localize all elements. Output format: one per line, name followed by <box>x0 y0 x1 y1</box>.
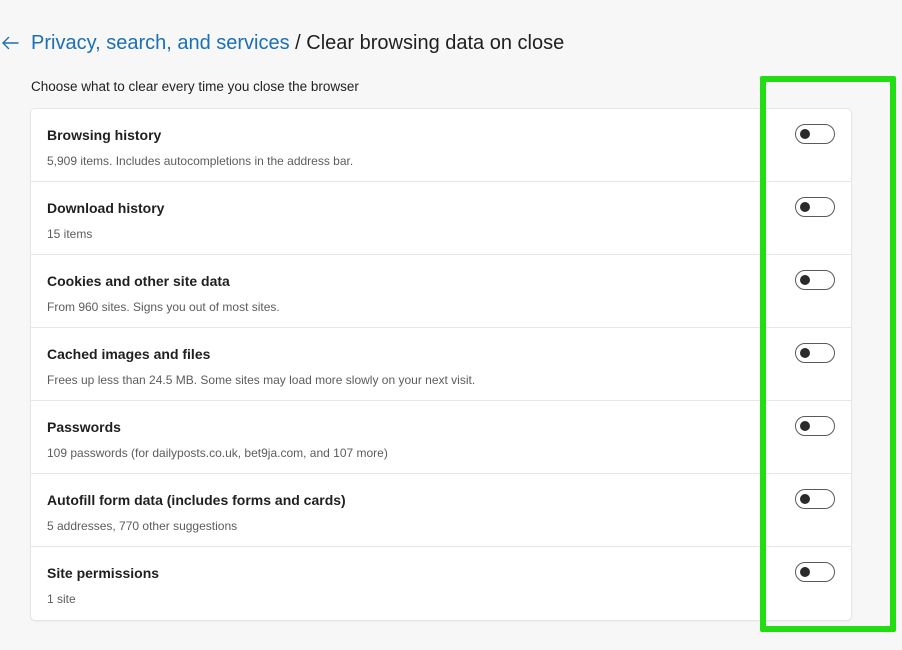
option-row-cached-images: Cached images and files Frees up less th… <box>31 328 851 401</box>
option-row-browsing-history: Browsing history 5,909 items. Includes a… <box>31 109 851 182</box>
option-title: Download history <box>47 200 165 216</box>
toggle-knob <box>800 421 810 431</box>
option-row-site-permissions: Site permissions 1 site <box>31 547 851 620</box>
option-description: 5,909 items. Includes autocompletions in… <box>47 154 354 168</box>
option-description: 5 addresses, 770 other suggestions <box>47 519 238 533</box>
breadcrumb-separator: / <box>289 32 307 54</box>
option-title: Autofill form data (includes forms and c… <box>47 492 346 508</box>
toggle-knob <box>800 494 810 504</box>
breadcrumb-current: Clear browsing data on close <box>306 32 565 54</box>
toggle-knob <box>800 348 810 358</box>
option-description: 15 items <box>47 227 93 241</box>
option-description: From 960 sites. Signs you out of most si… <box>47 300 280 314</box>
option-row-download-history: Download history 15 items <box>31 182 851 255</box>
toggle-knob <box>800 129 810 139</box>
option-description: 109 passwords (for dailyposts.co.uk, bet… <box>47 446 388 460</box>
settings-page: Privacy, search, and services / Clear br… <box>0 0 902 650</box>
cached-images-toggle[interactable] <box>795 343 835 363</box>
option-title: Passwords <box>47 419 121 435</box>
option-title: Browsing history <box>47 127 162 143</box>
cookies-toggle[interactable] <box>795 270 835 290</box>
option-description: 1 site <box>47 592 76 606</box>
option-row-cookies: Cookies and other site data From 960 sit… <box>31 255 851 328</box>
section-description: Choose what to clear every time you clos… <box>31 79 359 94</box>
page-header: Privacy, search, and services / Clear br… <box>0 28 564 58</box>
clear-data-options-card: Browsing history 5,909 items. Includes a… <box>31 109 851 620</box>
passwords-toggle[interactable] <box>795 416 835 436</box>
autofill-toggle[interactable] <box>795 489 835 509</box>
site-permissions-toggle[interactable] <box>795 562 835 582</box>
option-title: Cookies and other site data <box>47 273 230 289</box>
option-title: Cached images and files <box>47 346 211 362</box>
toggle-knob <box>800 567 810 577</box>
toggle-knob <box>800 275 810 285</box>
back-button[interactable] <box>0 31 22 55</box>
download-history-toggle[interactable] <box>795 197 835 217</box>
toggle-knob <box>800 202 810 212</box>
option-description: Frees up less than 24.5 MB. Some sites m… <box>47 373 476 387</box>
arrow-left-icon <box>2 36 19 50</box>
option-row-autofill: Autofill form data (includes forms and c… <box>31 474 851 547</box>
option-row-passwords: Passwords 109 passwords (for dailyposts.… <box>31 401 851 474</box>
page-title: Privacy, search, and services / Clear br… <box>31 29 564 57</box>
breadcrumb-parent-link[interactable]: Privacy, search, and services <box>31 32 290 54</box>
option-title: Site permissions <box>47 565 160 581</box>
browsing-history-toggle[interactable] <box>795 124 835 144</box>
